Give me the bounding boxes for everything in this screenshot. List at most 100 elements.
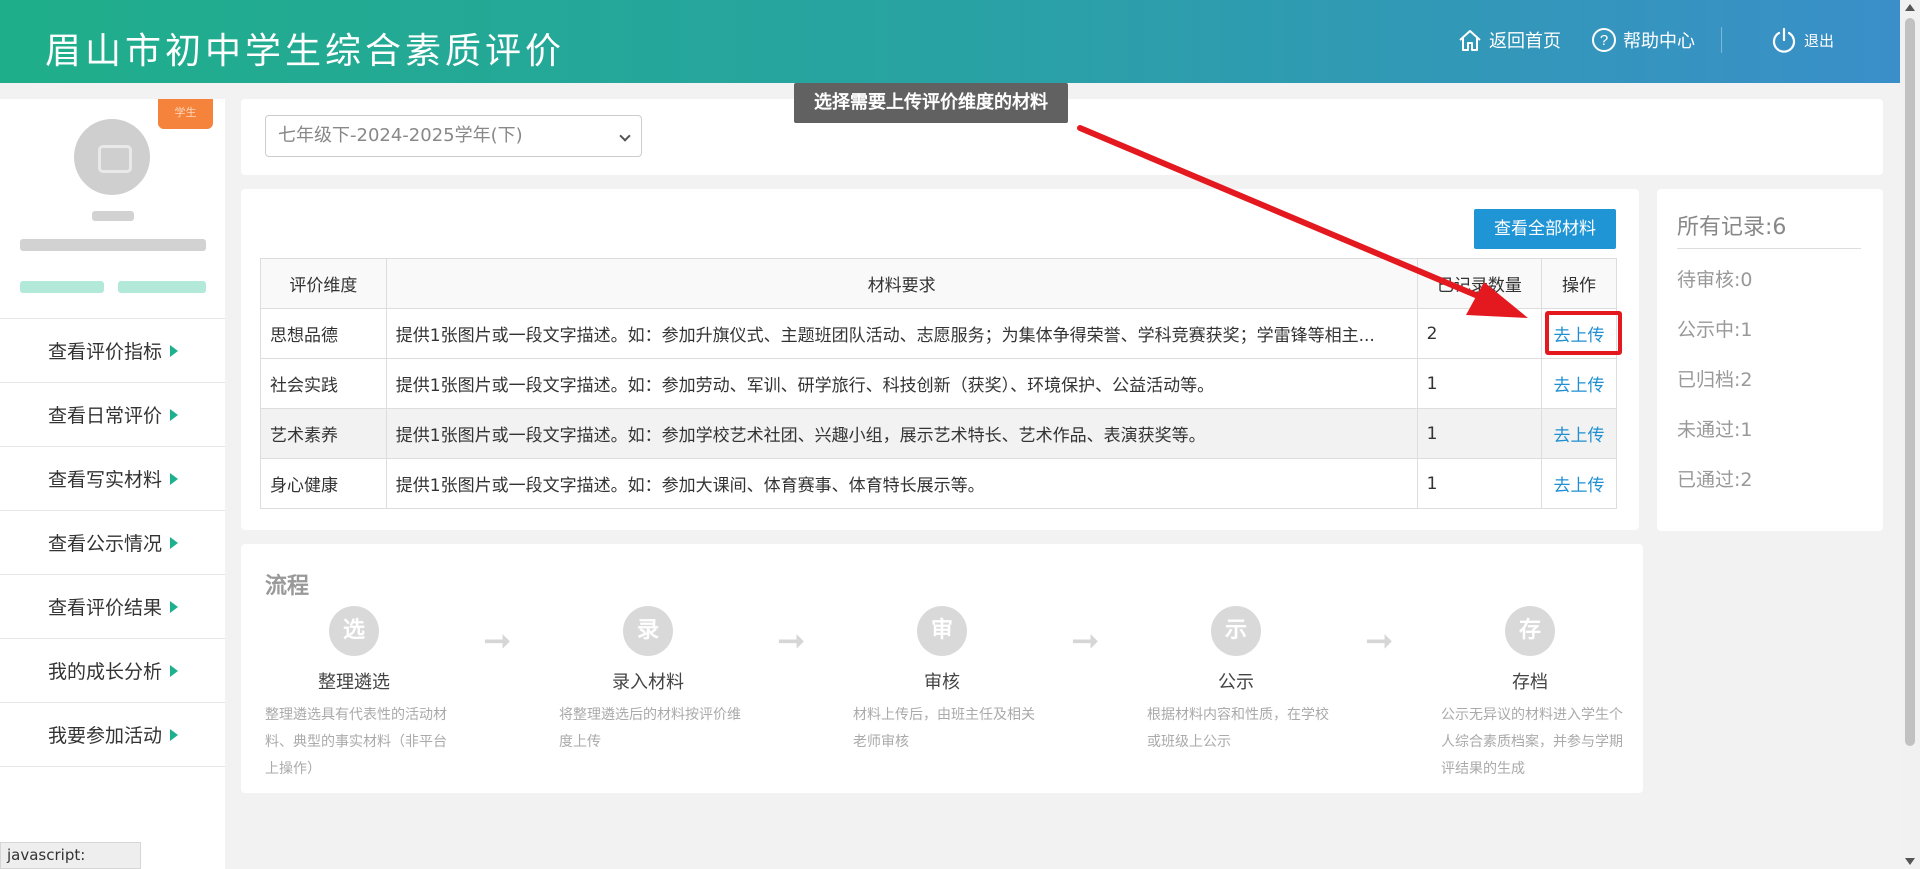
blurred-class-info-2 xyxy=(118,281,206,293)
stats-divider xyxy=(1677,248,1861,249)
caret-right-icon xyxy=(170,344,179,357)
step-name: 审核 xyxy=(924,672,960,693)
sidebar-item-label: 查看写实材料 xyxy=(48,469,163,491)
column-header-action: 操作 xyxy=(1541,258,1617,309)
blurred-school xyxy=(20,239,206,251)
upload-link[interactable]: 去上传 xyxy=(1554,476,1605,496)
scroll-up-arrow-icon[interactable] xyxy=(1905,4,1915,11)
view-all-materials-button[interactable]: 查看全部材料 xyxy=(1474,209,1616,249)
step-name: 存档 xyxy=(1512,672,1548,693)
help-link[interactable]: ? 帮助中心 xyxy=(1591,27,1695,53)
sidebar-item-results[interactable]: 查看评价结果 xyxy=(0,575,225,639)
requirement-cell: 提供1张图片或一段文字描述。如：参加升旗仪式、主题班团队活动、志愿服务；为集体争… xyxy=(385,308,1418,359)
sidebar-item-growth[interactable]: 我的成长分析 xyxy=(0,639,225,703)
count-cell[interactable]: 1 xyxy=(1416,458,1543,509)
instruction-tooltip: 选择需要上传评价维度的材料 xyxy=(794,83,1068,123)
stat-archived: 已归档:2 xyxy=(1677,369,1753,391)
browser-status-bar: javascript: void(0) xyxy=(0,842,141,869)
step-desc: 材料上传后，由班主任及相关老师审核 xyxy=(853,707,1035,750)
materials-card: 查看全部材料 评价维度 材料要求 已记录数量 操作 思想品德 提供1张图片或一段… xyxy=(241,189,1639,530)
step-desc: 公示无异议的材料进入学生个人综合素质档案，并参与学期评结果的生成 xyxy=(1441,707,1623,777)
upload-link[interactable]: 去上传 xyxy=(1554,326,1605,346)
count-cell[interactable]: 2 xyxy=(1416,308,1543,359)
profile-card: 学生 xyxy=(0,99,225,319)
count-cell[interactable]: 1 xyxy=(1416,408,1543,459)
blurred-name xyxy=(92,211,134,221)
caret-right-icon xyxy=(170,728,179,741)
upload-link[interactable]: 去上传 xyxy=(1554,376,1605,396)
column-header-dimension: 评价维度 xyxy=(260,258,387,309)
avatar xyxy=(74,119,150,195)
dimension-cell: 社会实践 xyxy=(260,358,387,409)
stat-approved: 已通过:2 xyxy=(1677,469,1753,491)
arrow-right-icon: ➞ xyxy=(1071,621,1100,661)
upload-link[interactable]: 去上传 xyxy=(1554,426,1605,446)
step-circle: 录 xyxy=(623,606,673,656)
action-cell: 去上传 xyxy=(1541,458,1617,509)
home-link[interactable]: 返回首页 xyxy=(1457,27,1561,53)
scroll-down-arrow-icon[interactable] xyxy=(1905,858,1915,865)
sidebar-nav: 查看评价指标 查看日常评价 查看写实材料 查看公示情况 查看评价结果 我的成长分… xyxy=(0,319,225,767)
sidebar-item-publicity[interactable]: 查看公示情况 xyxy=(0,511,225,575)
dimension-cell: 思想品德 xyxy=(260,308,387,359)
step-circle: 选 xyxy=(329,606,379,656)
dimension-cell: 身心健康 xyxy=(260,458,387,509)
sidebar-item-label: 查看评价指标 xyxy=(48,341,163,363)
count-cell[interactable]: 1 xyxy=(1416,358,1543,409)
sidebar-item-label: 我的成长分析 xyxy=(48,661,163,683)
action-cell: 去上传 xyxy=(1541,408,1617,459)
caret-right-icon xyxy=(170,664,179,677)
table-row: 社会实践 提供1张图片或一段文字描述。如：参加劳动、军训、研学旅行、科技创新（获… xyxy=(260,358,1617,409)
page-scrollbar[interactable] xyxy=(1900,0,1920,869)
header-divider xyxy=(1720,27,1722,53)
sidebar-item-label: 查看公示情况 xyxy=(48,533,163,555)
logout-link[interactable]: 退出 xyxy=(1770,26,1834,54)
scroll-thumb[interactable] xyxy=(1905,18,1915,746)
caret-right-icon xyxy=(170,472,179,485)
table-row: 艺术素养 提供1张图片或一段文字描述。如：参加学校艺术社团、兴趣小组，展示艺术特… xyxy=(260,408,1617,459)
sidebar-item-materials[interactable]: 查看写实材料 xyxy=(0,447,225,511)
sidebar-item-daily-eval[interactable]: 查看日常评价 xyxy=(0,383,225,447)
stat-pending: 待审核:0 xyxy=(1677,269,1753,291)
action-cell: 去上传 xyxy=(1541,308,1617,359)
flow-title: 流程 xyxy=(265,574,310,599)
logout-label: 退出 xyxy=(1803,31,1834,50)
caret-right-icon xyxy=(170,536,179,549)
arrow-right-icon: ➞ xyxy=(777,621,806,661)
sidebar: 学生 查看评价指标 查看日常评价 查看写实材料 查看公示情况 查看评价结果 我的… xyxy=(0,99,225,869)
materials-table: 评价维度 材料要求 已记录数量 操作 思想品德 提供1张图片或一段文字描述。如：… xyxy=(260,258,1617,509)
step-desc: 整理遴选具有代表性的活动材料、典型的事实材料（非平台上操作） xyxy=(265,707,447,777)
step-name: 整理遴选 xyxy=(318,672,390,693)
requirement-cell: 提供1张图片或一段文字描述。如：参加大课间、体育赛事、体育特长展示等。 xyxy=(385,458,1418,509)
step-circle: 存 xyxy=(1505,606,1555,656)
step-name: 公示 xyxy=(1218,672,1254,693)
help-label: 帮助中心 xyxy=(1622,31,1695,52)
home-icon xyxy=(1459,30,1481,51)
step-circle: 示 xyxy=(1211,606,1261,656)
blurred-class-info xyxy=(20,281,104,293)
sidebar-item-label: 查看日常评价 xyxy=(48,405,163,427)
caret-right-icon xyxy=(170,408,179,421)
step-desc: 根据材料内容和性质，在学校或班级上公示 xyxy=(1147,707,1329,750)
role-badge: 学生 xyxy=(158,99,213,129)
arrow-right-icon: ➞ xyxy=(483,621,512,661)
table-header-row: 评价维度 材料要求 已记录数量 操作 xyxy=(260,258,1617,309)
home-label: 返回首页 xyxy=(1488,31,1561,52)
requirement-cell: 提供1张图片或一段文字描述。如：参加劳动、军训、研学旅行、科技创新（获奖）、环境… xyxy=(385,358,1418,409)
svg-text:?: ? xyxy=(1600,32,1608,49)
power-icon xyxy=(1772,27,1796,53)
column-header-requirement: 材料要求 xyxy=(385,258,1418,309)
records-stats-card: 所有记录:6 待审核:0 公示中:1 已归档:2 未通过:1 已通过:2 xyxy=(1657,189,1883,531)
stat-rejected: 未通过:1 xyxy=(1677,419,1753,441)
sidebar-item-indicators[interactable]: 查看评价指标 xyxy=(0,319,225,383)
app-title: 眉山市初中学生综合素质评价 xyxy=(45,31,566,72)
semester-select[interactable]: 七年级下-2024-2025学年(下) xyxy=(265,115,642,157)
sidebar-item-activities[interactable]: 我要参加活动 xyxy=(0,703,225,767)
step-name: 录入材料 xyxy=(612,672,684,693)
stat-publicizing: 公示中:1 xyxy=(1677,319,1753,341)
table-row: 身心健康 提供1张图片或一段文字描述。如：参加大课间、体育赛事、体育特长展示等。… xyxy=(260,458,1617,509)
sidebar-item-label: 我要参加活动 xyxy=(48,725,163,747)
header-nav: 返回首页 ? 帮助中心 退出 xyxy=(1427,26,1834,54)
help-icon: ? xyxy=(1591,28,1616,52)
process-flow-card: 流程 选 整理遴选 整理遴选具有代表性的活动材料、典型的事实材料（非平台上操作）… xyxy=(241,544,1643,793)
